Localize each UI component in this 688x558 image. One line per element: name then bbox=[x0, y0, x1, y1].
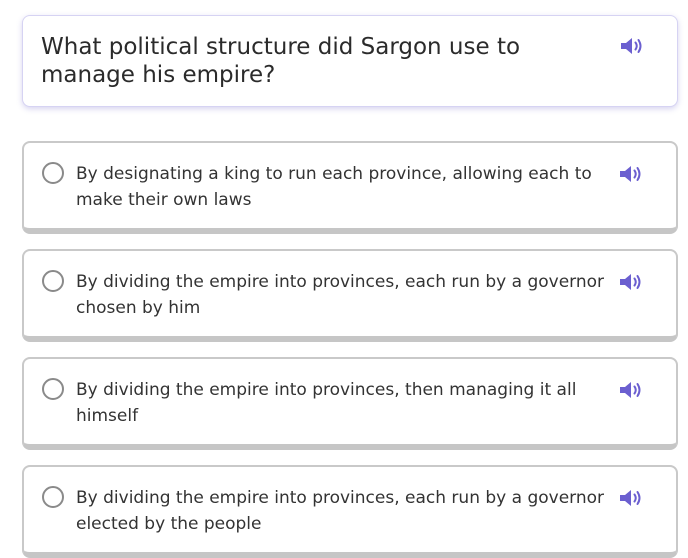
radio-button[interactable] bbox=[42, 378, 64, 400]
answer-option-1[interactable]: By designating a king to run each provin… bbox=[22, 141, 678, 234]
speaker-icon[interactable] bbox=[618, 487, 644, 509]
radio-button[interactable] bbox=[42, 270, 64, 292]
answer-option-4[interactable]: By dividing the empire into provinces, e… bbox=[22, 465, 678, 558]
answer-text: By dividing the empire into provinces, t… bbox=[76, 380, 577, 426]
answer-option-2[interactable]: By dividing the empire into provinces, e… bbox=[22, 249, 678, 342]
speaker-icon[interactable] bbox=[619, 35, 645, 57]
speaker-icon[interactable] bbox=[618, 379, 644, 401]
answer-text: By dividing the empire into provinces, e… bbox=[76, 272, 605, 318]
radio-button[interactable] bbox=[42, 486, 64, 508]
radio-button[interactable] bbox=[42, 162, 64, 184]
answer-text: By dividing the empire into provinces, e… bbox=[76, 488, 605, 534]
question-text: What political structure did Sargon use … bbox=[41, 34, 521, 88]
speaker-icon[interactable] bbox=[618, 163, 644, 185]
answer-text: By designating a king to run each provin… bbox=[76, 164, 592, 210]
question-card: What political structure did Sargon use … bbox=[22, 15, 678, 107]
answer-option-3[interactable]: By dividing the empire into provinces, t… bbox=[22, 357, 678, 450]
speaker-icon[interactable] bbox=[618, 271, 644, 293]
